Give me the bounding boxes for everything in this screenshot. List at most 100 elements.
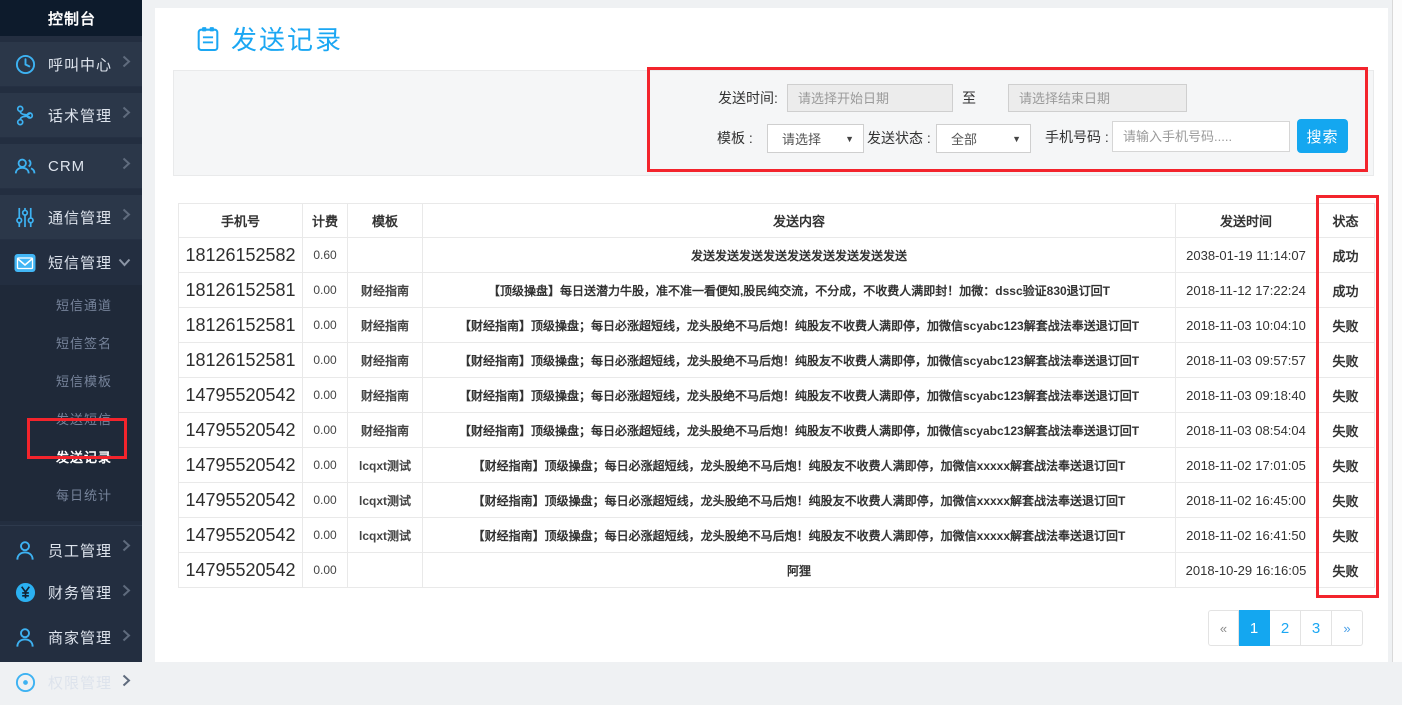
- status-cell: 成功: [1317, 273, 1375, 308]
- sidebar-subitem-发送短信[interactable]: 发送短信: [0, 401, 142, 439]
- pagination-next-button[interactable]: »: [1332, 610, 1363, 646]
- template-cell: 财经指南: [348, 273, 423, 308]
- pagination-page-1[interactable]: 1: [1239, 610, 1270, 646]
- send-status-select[interactable]: 全部 ▼: [936, 124, 1031, 153]
- fee-cell: 0.00: [303, 448, 348, 483]
- chevron-right-icon: [122, 157, 131, 175]
- chevron-right-icon: [122, 55, 131, 73]
- table-body: 181261525820.60发送发送发送发送发送发送发送发送发送2038-01…: [179, 238, 1375, 588]
- sidebar-item-label: 权限管理: [48, 672, 112, 693]
- filter-panel: 发送时间: 至 模板 : 请选择 ▼ 发送状态 : 全部 ▼ 手机号码 : 搜索: [173, 70, 1374, 176]
- fee-cell: 0.00: [303, 308, 348, 343]
- fee-cell: 0.60: [303, 238, 348, 273]
- table-row: 147955205420.00lcqxt测试【财经指南】顶级操盘；每日必涨超短线…: [179, 483, 1375, 518]
- chevron-down-icon: ▼: [845, 134, 854, 144]
- chevron-right-icon: [122, 584, 131, 602]
- sidebar-item-label: 员工管理: [48, 540, 112, 561]
- chevron-right-icon: [122, 674, 131, 692]
- time-cell: 2018-10-29 16:16:05: [1176, 553, 1317, 588]
- sidebar-item-话术管理[interactable]: 话术管理: [0, 93, 142, 138]
- time-cell: 2018-11-02 16:41:50: [1176, 518, 1317, 553]
- sidebar-item-label: 呼叫中心: [48, 54, 112, 75]
- pagination-page-3[interactable]: 3: [1301, 610, 1332, 646]
- to-label: 至: [962, 84, 976, 112]
- sidebar-item-label: 话术管理: [48, 105, 112, 126]
- chevron-right-icon: [122, 106, 131, 124]
- column-header: 手机号: [179, 204, 303, 238]
- status-cell: 失败: [1317, 308, 1375, 343]
- sidebar-item-通信管理[interactable]: 通信管理: [0, 195, 142, 240]
- content-cell: 【财经指南】顶级操盘；每日必涨超短线，龙头股绝不马后炮！纯股友不收费人满即停，加…: [423, 518, 1176, 553]
- yuan-icon: [14, 582, 36, 604]
- template-cell: lcqxt测试: [348, 483, 423, 518]
- template-select-value: 请选择: [782, 129, 821, 148]
- sidebar-item-短信管理[interactable]: 短信管理: [0, 240, 142, 285]
- template-label: 模板 :: [717, 124, 753, 152]
- scrollbar[interactable]: [1392, 0, 1402, 662]
- template-cell: 财经指南: [348, 378, 423, 413]
- chevron-right-icon: [122, 539, 131, 557]
- start-date-input[interactable]: [787, 84, 953, 112]
- table-header-row: 手机号计费模板发送内容发送时间状态: [179, 204, 1375, 238]
- time-cell: 2018-11-03 09:57:57: [1176, 343, 1317, 378]
- template-cell: 财经指南: [348, 413, 423, 448]
- pagination-prev-button[interactable]: «: [1208, 610, 1239, 646]
- sidebar-subitem-短信通道[interactable]: 短信通道: [0, 287, 142, 325]
- sliders-icon: [14, 206, 36, 228]
- chevron-right-icon: [122, 208, 131, 226]
- table-row: 147955205420.00财经指南【财经指南】顶级操盘；每日必涨超短线，龙头…: [179, 413, 1375, 448]
- chevron-down-icon: [118, 254, 131, 272]
- users-icon: [14, 155, 36, 177]
- user-icon: [14, 539, 36, 561]
- status-cell: 成功: [1317, 238, 1375, 273]
- sidebar-subitem-短信签名[interactable]: 短信签名: [0, 325, 142, 363]
- time-cell: 2018-11-03 08:54:04: [1176, 413, 1317, 448]
- sidebar-item-呼叫中心[interactable]: 呼叫中心: [0, 42, 142, 87]
- clock-icon: [14, 53, 36, 75]
- records-table: 手机号计费模板发送内容发送时间状态 181261525820.60发送发送发送发…: [178, 203, 1375, 588]
- time-cell: 2018-11-02 17:01:05: [1176, 448, 1317, 483]
- send-time-label: 发送时间:: [718, 84, 778, 112]
- sidebar-subitem-每日统计[interactable]: 每日统计: [0, 477, 142, 515]
- content-cell: 【顶级操盘】每日送潜力牛股，准不准一看便知,股民纯交流，不分成，不收费人满即封！…: [423, 273, 1176, 308]
- sidebar: 控制台 呼叫中心话术管理 CRM 通信管理短信管理短信通道短信签名短信模板发送短信发…: [0, 0, 142, 662]
- table-row: 181261525810.00财经指南【财经指南】顶级操盘；每日必涨超短线，龙头…: [179, 308, 1375, 343]
- table-row: 147955205420.00财经指南【财经指南】顶级操盘；每日必涨超短线，龙头…: [179, 378, 1375, 413]
- end-date-input[interactable]: [1008, 84, 1187, 112]
- phone-cell: 14795520542: [179, 483, 303, 518]
- sidebar-item-商家管理[interactable]: 商家管理: [0, 615, 142, 660]
- sidebar-item-label: 通信管理: [48, 207, 112, 228]
- content-cell: 【财经指南】顶级操盘；每日必涨超短线，龙头股绝不马后炮！纯股友不收费人满即停，加…: [423, 343, 1176, 378]
- status-cell: 失败: [1317, 483, 1375, 518]
- template-select[interactable]: 请选择 ▼: [767, 124, 864, 153]
- sidebar-item-console[interactable]: 控制台: [0, 0, 142, 36]
- clipboard-icon: [197, 28, 219, 50]
- table-row: 147955205420.00lcqxt测试【财经指南】顶级操盘；每日必涨超短线…: [179, 448, 1375, 483]
- content-cell: 阿狸: [423, 553, 1176, 588]
- sidebar-submenu: 短信通道短信签名短信模板发送短信发送记录每日统计: [0, 285, 142, 521]
- content-cell: 【财经指南】顶级操盘；每日必涨超短线，龙头股绝不马后炮！纯股友不收费人满即停，加…: [423, 378, 1176, 413]
- content-cell: 【财经指南】顶级操盘；每日必涨超短线，龙头股绝不马后炮！纯股友不收费人满即停，加…: [423, 308, 1176, 343]
- status-cell: 失败: [1317, 553, 1375, 588]
- sidebar-item-label: 商家管理: [48, 627, 112, 648]
- sidebar-item-CRM[interactable]: CRM: [0, 144, 142, 189]
- chevron-right-icon: [122, 629, 131, 647]
- phone-cell: 14795520542: [179, 378, 303, 413]
- template-cell: lcqxt测试: [348, 448, 423, 483]
- sidebar-item-员工管理[interactable]: 员工管理: [0, 525, 142, 570]
- sidebar-nav: 呼叫中心话术管理 CRM 通信管理短信管理短信通道短信签名短信模板发送短信发送记录每…: [0, 42, 142, 705]
- search-button[interactable]: 搜索: [1297, 119, 1348, 153]
- template-cell: 财经指南: [348, 308, 423, 343]
- sidebar-item-财务管理[interactable]: 财务管理: [0, 570, 142, 615]
- phone-input[interactable]: [1112, 121, 1290, 152]
- time-cell: 2038-01-19 11:14:07: [1176, 238, 1317, 273]
- chevron-down-icon: ▼: [1012, 134, 1021, 144]
- pagination-page-2[interactable]: 2: [1270, 610, 1301, 646]
- send-status-select-value: 全部: [951, 129, 977, 148]
- sidebar-item-权限管理[interactable]: 权限管理: [0, 660, 142, 705]
- fee-cell: 0.00: [303, 518, 348, 553]
- mail-icon: [14, 252, 36, 274]
- sidebar-subitem-短信模板[interactable]: 短信模板: [0, 363, 142, 401]
- sidebar-subitem-发送记录[interactable]: 发送记录: [0, 439, 142, 477]
- template-cell: 财经指南: [348, 343, 423, 378]
